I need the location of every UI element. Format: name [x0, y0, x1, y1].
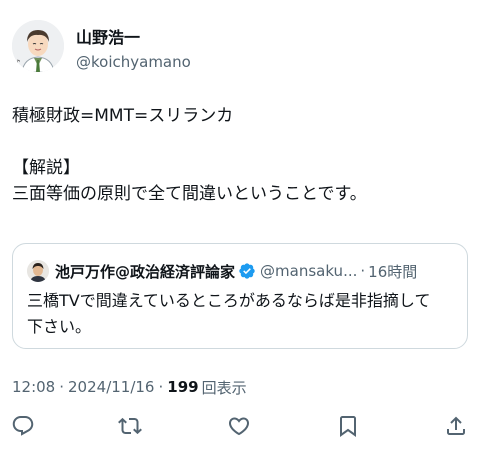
post-header: ♪ 山野浩一 @koichyamano: [12, 16, 468, 76]
share-icon: [447, 416, 465, 435]
action-bar: [0, 411, 480, 441]
heart-icon: [228, 417, 250, 436]
separator-dot: ·: [158, 378, 164, 396]
author-display-name[interactable]: 山野浩一: [76, 28, 140, 48]
author-handle[interactable]: @koichyamano: [76, 52, 191, 72]
repost-icon: [118, 417, 142, 435]
post-time[interactable]: 12:08: [12, 378, 55, 396]
reply-icon: [12, 416, 34, 436]
share-button[interactable]: [444, 414, 468, 438]
portrait-avatar-icon: [27, 260, 49, 282]
post-body: 積極財政=MMT=スリランカ 【解説】 三面等価の原則で全て間違いということです…: [12, 103, 468, 207]
quoted-author-avatar: [27, 260, 49, 282]
quoted-post-header: 池戸万作@政治経済評論家 @mansaku... · 16時間: [27, 260, 457, 282]
bookmark-icon: [340, 416, 356, 437]
quoted-text-line: 三橋TVで間違えているところがあるならば是非指摘して: [27, 291, 431, 310]
illustrated-avatar-icon: ♪: [12, 20, 64, 72]
reply-button[interactable]: [11, 414, 35, 438]
quoted-author-handle: @mansaku...: [260, 262, 358, 280]
author-avatar[interactable]: ♪: [12, 20, 64, 72]
post-date[interactable]: 2024/11/16: [68, 378, 154, 396]
like-button[interactable]: [227, 414, 251, 438]
post-body-line: 積極財政=MMT=スリランカ: [12, 106, 234, 126]
quoted-text-line: 下さい。: [27, 317, 92, 336]
post-body-line: 【解説】: [12, 158, 80, 178]
views-count: 199: [167, 378, 199, 396]
separator-dot: ·: [59, 378, 65, 396]
bookmark-button[interactable]: [336, 414, 360, 438]
quoted-post-time: 16時間: [368, 262, 418, 281]
views-label: 回表示: [201, 378, 247, 397]
quoted-author-name: 池戸万作@政治経済評論家: [55, 262, 236, 281]
verified-badge-icon: [239, 263, 255, 279]
repost-button[interactable]: [118, 414, 142, 438]
svg-text:♪: ♪: [15, 59, 21, 69]
separator-dot: ·: [360, 262, 366, 280]
quoted-post-card[interactable]: 池戸万作@政治経済評論家 @mansaku... · 16時間 三橋TVで間違え…: [12, 243, 468, 349]
post-body-line: 三面等価の原則で全て間違いということです。: [12, 184, 367, 204]
quoted-post-text: 三橋TVで間違えているところがあるならば是非指摘して 下さい。: [27, 288, 457, 340]
post-meta: 12:08 · 2024/11/16 · 199 回表示: [12, 376, 247, 398]
